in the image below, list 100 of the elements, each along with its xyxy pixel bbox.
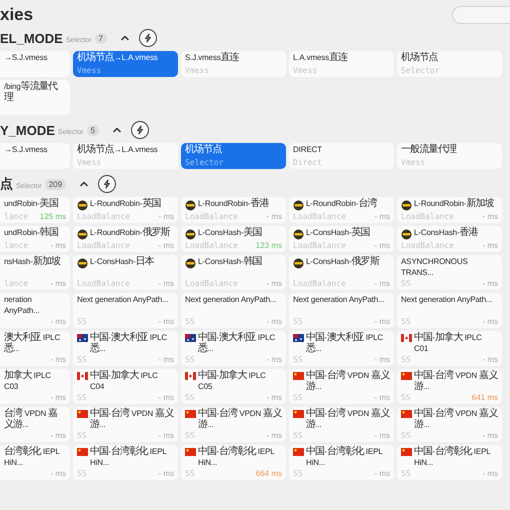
latency-value: - ms	[482, 431, 498, 440]
count-badge: 7	[94, 32, 107, 44]
count-badge: 5	[86, 124, 100, 136]
lightning-icon	[142, 33, 153, 43]
lightning-icon	[135, 125, 146, 135]
latency-value: - ms	[374, 212, 390, 221]
proxy-name: 中国-台湾 VPDN 嘉义游...	[90, 409, 174, 430]
latency-value: - ms	[158, 279, 174, 288]
latency-value: - ms	[50, 241, 66, 250]
proxy-name: DIRECT	[293, 145, 322, 156]
latency-value: - ms	[266, 393, 282, 402]
flag-icon	[185, 334, 196, 342]
latency-value: - ms	[50, 355, 66, 364]
proxy-name: 中国-台湾彰化 IEPL HiN...	[90, 447, 168, 468]
proxy-name: 中国-台湾 VPDN 嘉义游...	[306, 409, 390, 430]
proxy-name: 中国-台湾 VPDN 嘉义游...	[414, 409, 498, 430]
proxy-name: 机场节点→L.A.vmess	[77, 145, 158, 156]
proxy-name: L-RoundRobin-香港	[198, 199, 269, 210]
flag-icon	[77, 334, 88, 342]
search-field[interactable]	[452, 6, 510, 24]
flag-icon	[293, 448, 304, 456]
proxy-name: 一般流量代理	[401, 145, 456, 156]
latency-value: - ms	[374, 241, 390, 250]
proxy-name: L-ConsHash-英国	[306, 228, 370, 238]
flag-icon	[185, 410, 196, 418]
proxy-name: undRobin-韩国	[4, 228, 58, 238]
proxy-name: S.J.vmess直连	[185, 53, 239, 64]
proxy-name: L-ConsHash-俄罗斯	[306, 257, 380, 268]
proxy-name: 中国-台湾彰化 IEPL HiN...	[414, 447, 492, 468]
proxy-name: nsHash-新加坡	[4, 257, 60, 268]
group-name: EL_MODE	[0, 30, 63, 46]
proxy-name: /bing等流量代理	[4, 82, 59, 103]
proxy-name: L-RoundRobin-俄罗斯	[90, 228, 170, 238]
proxy-name: 中国-澳大利亚 IPLC 悉...	[198, 333, 276, 354]
proxy-name: L-ConsHash-日本	[90, 257, 154, 268]
proxy-card[interactable]: 台湾彰化 IEPL HiN... - ms	[0, 445, 70, 480]
flag-icon	[401, 448, 412, 456]
flag-icon	[77, 448, 88, 456]
proxy-name: ASYNCHRONOUS TRANS...	[401, 257, 469, 278]
proxy-name: →S.J.vmess	[4, 145, 48, 156]
proxy-card[interactable]: 加拿大 IPLC C03 - ms	[0, 369, 70, 404]
flag-icon	[185, 448, 196, 456]
latency-value: 664 ms	[256, 469, 282, 478]
flag-icon	[293, 334, 304, 342]
proxy-card[interactable]: 澳大利亚 IPLC 悉... - ms	[0, 331, 70, 366]
proxy-card[interactable]: /bing等流量代理	[0, 80, 70, 115]
flag-icon	[293, 372, 304, 380]
latency-value: - ms	[50, 279, 66, 288]
latency-value: - ms	[374, 469, 390, 478]
proxy-name: L-RoundRobin-新加坡	[414, 199, 494, 210]
latency-test-button[interactable]	[138, 29, 157, 47]
latency-value: 125 ms	[40, 212, 66, 221]
proxy-card[interactable]: 机场节点→L.A.vmess Vmess	[73, 51, 178, 77]
badge-icon	[185, 229, 196, 240]
latency-value: - ms	[50, 469, 66, 478]
proxy-name: Next generation AnyPath...	[401, 295, 492, 306]
latency-value: - ms	[266, 431, 282, 440]
badge-icon	[293, 258, 304, 269]
latency-value: - ms	[158, 212, 174, 221]
proxy-name: L-ConsHash-美国	[198, 228, 262, 238]
proxy-name: 中国-台湾 VPDN 嘉义游...	[306, 371, 390, 392]
proxy-name: 中国-加拿大 IPLC C05	[198, 371, 267, 392]
proxy-name: neration AnyPath...	[4, 295, 40, 316]
proxy-name: →S.J.vmess	[4, 53, 48, 64]
badge-icon	[293, 229, 304, 240]
latency-value: - ms	[158, 317, 174, 326]
proxy-name: Next generation AnyPath...	[185, 295, 276, 306]
proxy-card[interactable]: 机场节点 Selector	[181, 143, 286, 169]
latency-value: - ms	[482, 469, 498, 478]
proxy-name: 台湾 VPDN 嘉义游...	[4, 409, 58, 430]
proxy-card[interactable]: 台湾 VPDN 嘉义游... - ms	[0, 407, 70, 442]
proxy-card[interactable]: neration AnyPath... - ms	[0, 293, 70, 328]
proxy-name: 中国-台湾 VPDN 嘉义游...	[198, 409, 282, 430]
latency-value: - ms	[158, 393, 174, 402]
proxy-name: 台湾彰化 IEPL HiN...	[4, 447, 60, 468]
latency-value: - ms	[482, 212, 498, 221]
latency-value: - ms	[374, 393, 390, 402]
caret-icon	[112, 125, 122, 135]
caret-icon	[120, 33, 130, 43]
latency-value: - ms	[266, 317, 282, 326]
proxy-name: 中国-加拿大 IPLC C01	[414, 333, 483, 354]
flag-icon	[293, 410, 304, 418]
proxy-card[interactable]: →S.J.vmess	[0, 51, 70, 77]
latency-test-button[interactable]	[98, 175, 116, 193]
caret-icon	[79, 179, 90, 189]
latency-test-button[interactable]	[131, 121, 150, 139]
proxy-name: 机场节点→L.A.vmess	[77, 53, 158, 64]
proxy-card[interactable]: →S.J.vmess	[0, 143, 70, 169]
latency-value: - ms	[50, 317, 66, 326]
proxy-name: Next generation AnyPath...	[293, 295, 384, 306]
proxy-name: 机场节点	[401, 53, 438, 64]
proxy-name: L-RoundRobin-英国	[90, 199, 161, 210]
latency-value: - ms	[374, 279, 390, 288]
proxy-type: Selector	[185, 158, 224, 167]
latency-value: - ms	[266, 279, 282, 288]
latency-value: - ms	[158, 241, 174, 250]
proxy-name: 机场节点	[185, 145, 222, 156]
proxy-name: L-RoundRobin-台湾	[306, 199, 377, 210]
proxy-name: 中国-加拿大 IPLC C04	[90, 371, 159, 392]
proxy-name: L-ConsHash-韩国	[198, 257, 262, 268]
